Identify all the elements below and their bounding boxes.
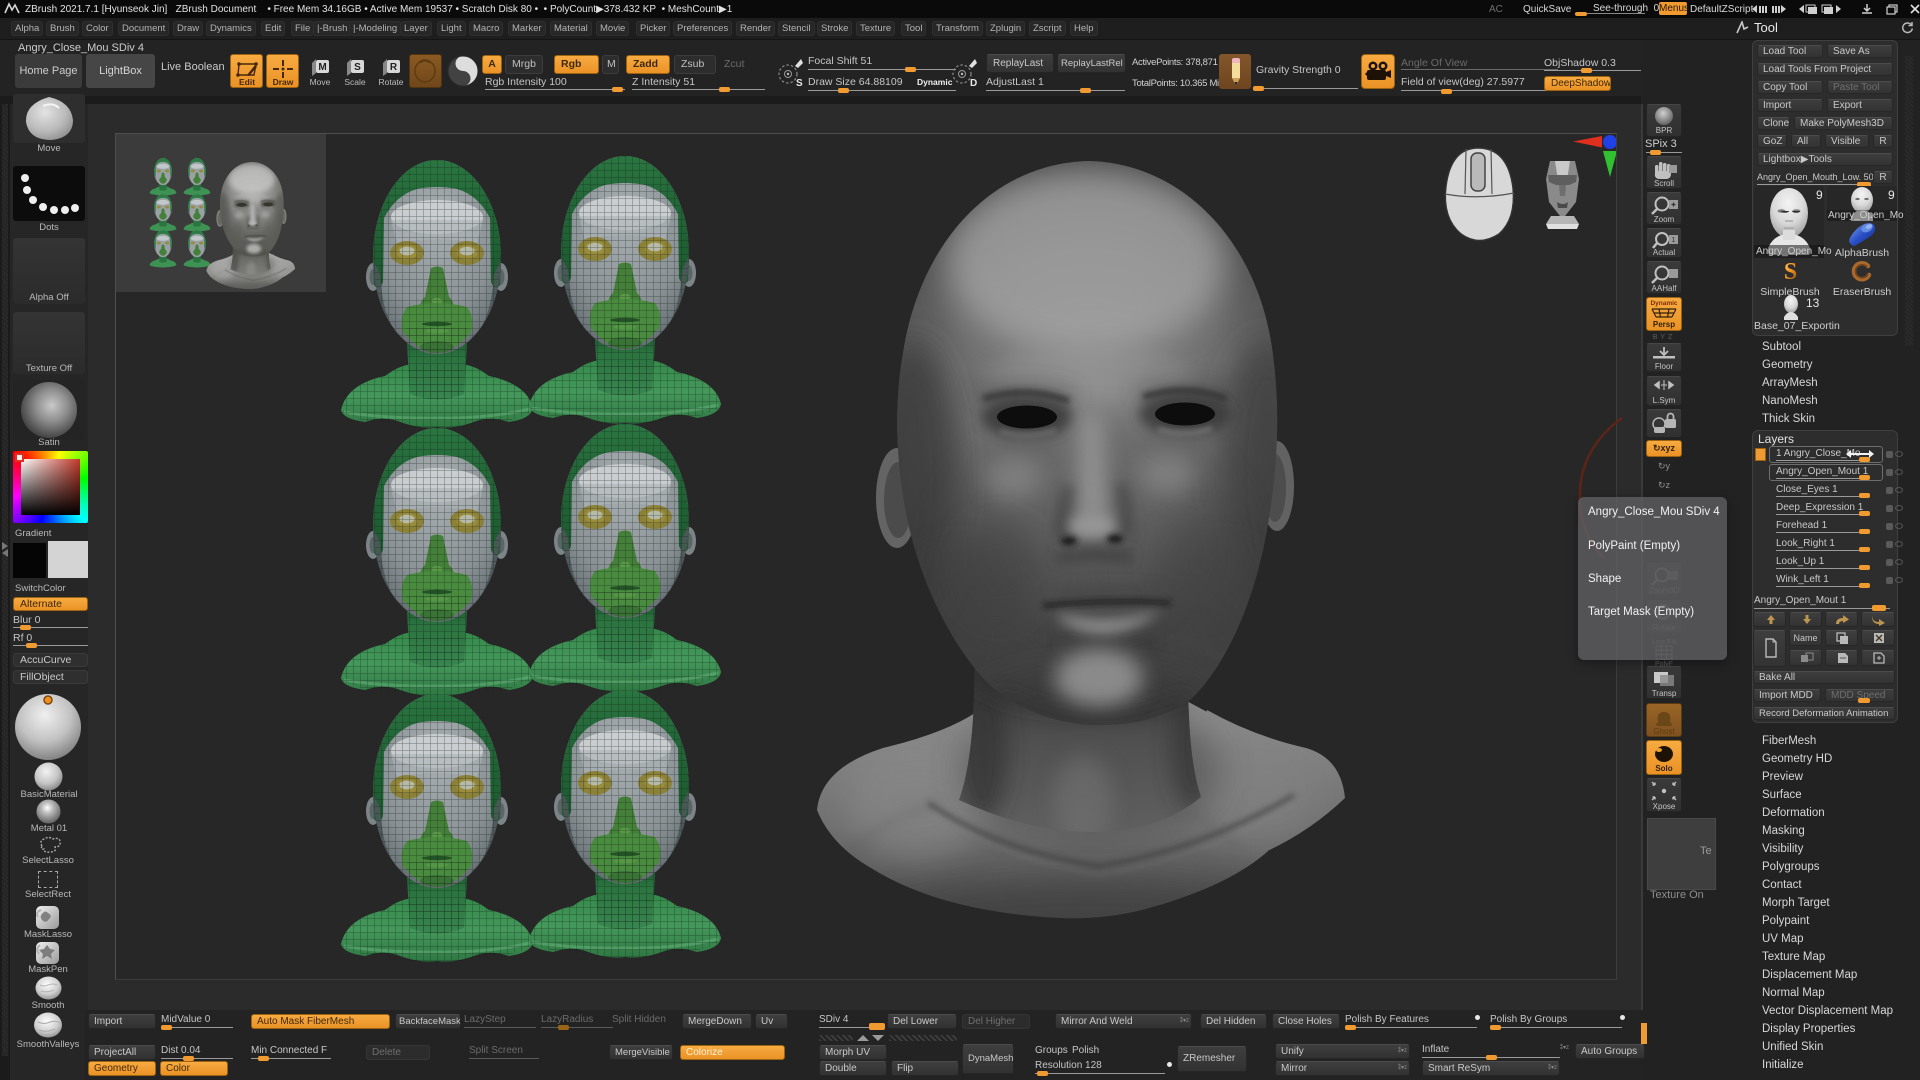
svg-text:Move: Move [310, 77, 331, 87]
svg-text:Scale: Scale [344, 77, 366, 87]
svg-text:S: S [796, 78, 803, 89]
svg-text:Rotate: Rotate [378, 77, 403, 87]
svg-text:Zoom: Zoom [1654, 215, 1675, 224]
svg-text:Floor: Floor [1655, 362, 1674, 371]
svg-text:L.Sym: L.Sym [1653, 396, 1676, 405]
svg-text:BPR: BPR [1656, 126, 1673, 135]
svg-text:S: S [354, 62, 361, 73]
svg-text:Dynamic: Dynamic [1650, 300, 1677, 307]
svg-text:AAHalf: AAHalf [1652, 284, 1678, 293]
svg-text:Actual: Actual [1653, 248, 1675, 257]
svg-text:S: S [1784, 259, 1797, 285]
svg-text:Transp: Transp [1652, 689, 1677, 698]
svg-text:Ghost: Ghost [1653, 727, 1675, 736]
svg-text:Xpose: Xpose [1653, 802, 1676, 811]
svg-text:Draw: Draw [273, 77, 294, 87]
svg-text:Edit: Edit [239, 77, 255, 87]
svg-text:D: D [970, 78, 977, 89]
svg-text:Scroll: Scroll [1654, 179, 1674, 188]
svg-text:R: R [390, 62, 398, 73]
svg-text:Solo: Solo [1655, 764, 1672, 773]
svg-text:M: M [318, 62, 326, 73]
svg-text:Persp: Persp [1653, 320, 1675, 329]
svg-text:1: 1 [1672, 237, 1676, 244]
